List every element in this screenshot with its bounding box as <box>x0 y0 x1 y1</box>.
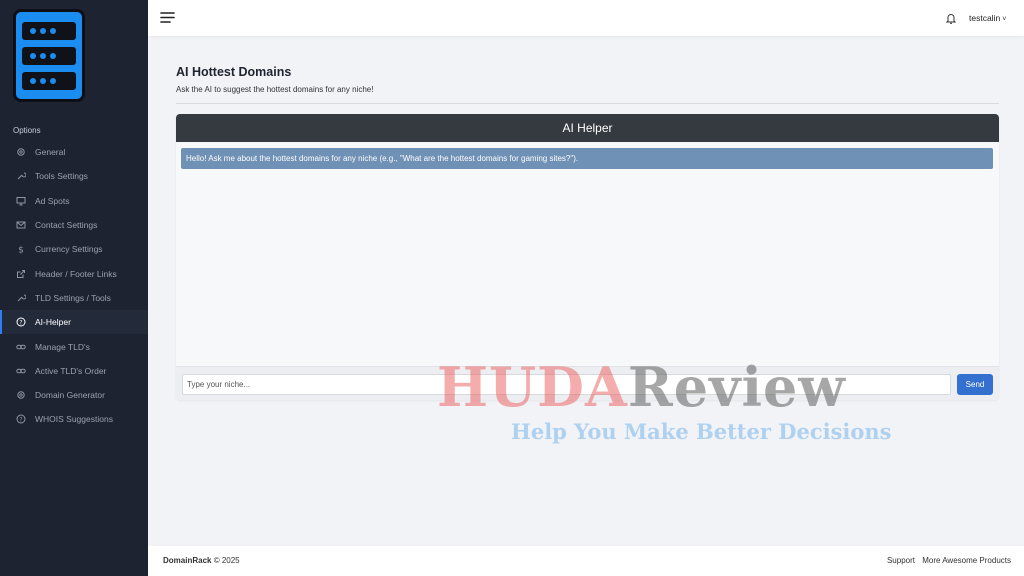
gear-icon <box>16 147 26 157</box>
svg-text:?: ? <box>19 320 22 327</box>
watermark-part2: Review <box>627 355 846 419</box>
sidebar-item-tld-settings-tools[interactable]: TLD Settings / Tools <box>0 286 148 310</box>
sidebar-item-ai-helper[interactable]: ? AI-Helper <box>0 310 148 335</box>
send-button[interactable]: Send <box>957 374 993 395</box>
wrench-icon <box>16 171 26 181</box>
envelope-icon <box>16 220 26 230</box>
sidebar-item-active-tlds-order[interactable]: Active TLD's Order <box>0 359 148 383</box>
watermark-logo: HUDAReview <box>437 360 846 414</box>
sidebar-item-general[interactable]: General <box>0 140 148 164</box>
topbar: testcalin ˅ <box>148 0 1024 36</box>
footer-brand: DomainRack <box>163 556 212 565</box>
question-circle-icon: ? <box>16 317 26 327</box>
sidebar-item-whois-suggestions[interactable]: ? WHOIS Suggestions <box>0 407 148 431</box>
sidebar-item-label: WHOIS Suggestions <box>35 414 113 425</box>
username: testcalin <box>969 13 1001 23</box>
watermark-part1: HUDA <box>437 355 628 419</box>
dollar-icon: $ <box>16 244 26 255</box>
chevron-down-icon: ˅ <box>1002 16 1007 23</box>
question-circle-icon: ? <box>16 414 26 424</box>
sidebar-item-ad-spots[interactable]: Ad Spots <box>0 189 148 213</box>
svg-text:$: $ <box>18 246 24 255</box>
sidebar-item-label: Contact Settings <box>35 220 98 231</box>
sidebar-item-label: Currency Settings <box>35 244 103 255</box>
user-menu[interactable]: testcalin ˅ <box>969 13 1006 23</box>
footer-links: Support More Awesome Products <box>882 556 1011 565</box>
sidebar-item-label: Active TLD's Order <box>35 365 107 376</box>
sidebar-item-label: Tools Settings <box>35 171 88 182</box>
gear-icon <box>16 390 26 400</box>
bot-message: Hello! Ask me about the hottest domains … <box>181 148 993 169</box>
link-icon <box>16 366 26 376</box>
sidebar-item-label: Domain Generator <box>35 390 105 401</box>
sidebar-item-domain-generator[interactable]: Domain Generator <box>0 383 148 407</box>
footer: DomainRack © 2025 Support More Awesome P… <box>148 546 1024 576</box>
footer-copyright: DomainRack © 2025 <box>163 556 240 565</box>
sidebar-section-title: Options <box>13 126 41 135</box>
external-link-icon <box>16 269 26 279</box>
footer-link-more-products[interactable]: More Awesome Products <box>922 556 1011 565</box>
sidebar-item-header-footer-links[interactable]: Header / Footer Links <box>0 261 148 285</box>
sidebar-item-contact-settings[interactable]: Contact Settings <box>0 213 148 237</box>
page-title: AI Hottest Domains <box>176 65 292 79</box>
link-icon <box>16 342 26 352</box>
sidebar-nav: General Tools Settings Ad Spots Contact … <box>0 140 148 432</box>
wrench-icon <box>16 293 26 303</box>
sidebar-item-manage-tlds[interactable]: Manage TLD's <box>0 334 148 358</box>
sidebar-item-label: Ad Spots <box>35 195 70 206</box>
sidebar-item-label: TLD Settings / Tools <box>35 292 111 303</box>
chat-header: AI Helper <box>176 114 999 142</box>
sidebar-item-currency-settings[interactable]: $ Currency Settings <box>0 237 148 261</box>
divider <box>176 103 999 104</box>
sidebar-item-tools-settings[interactable]: Tools Settings <box>0 164 148 188</box>
page-subtitle: Ask the AI to suggest the hottest domain… <box>176 85 374 94</box>
server-logo-icon[interactable] <box>13 9 85 102</box>
bell-icon[interactable] <box>945 12 957 25</box>
svg-text:?: ? <box>19 417 22 424</box>
sidebar-item-label: Header / Footer Links <box>35 268 117 279</box>
hamburger-menu-icon[interactable] <box>160 11 175 24</box>
monitor-icon <box>16 196 26 206</box>
watermark-tagline: Help You Make Better Decisions <box>511 419 892 444</box>
sidebar-item-label: General <box>35 147 66 158</box>
footer-copyright-year: © 2025 <box>213 556 240 565</box>
sidebar-item-label: AI-Helper <box>35 317 71 328</box>
footer-link-support[interactable]: Support <box>887 556 915 565</box>
sidebar: Options General Tools Settings Ad Spots … <box>0 0 148 576</box>
sidebar-item-label: Manage TLD's <box>35 341 90 352</box>
